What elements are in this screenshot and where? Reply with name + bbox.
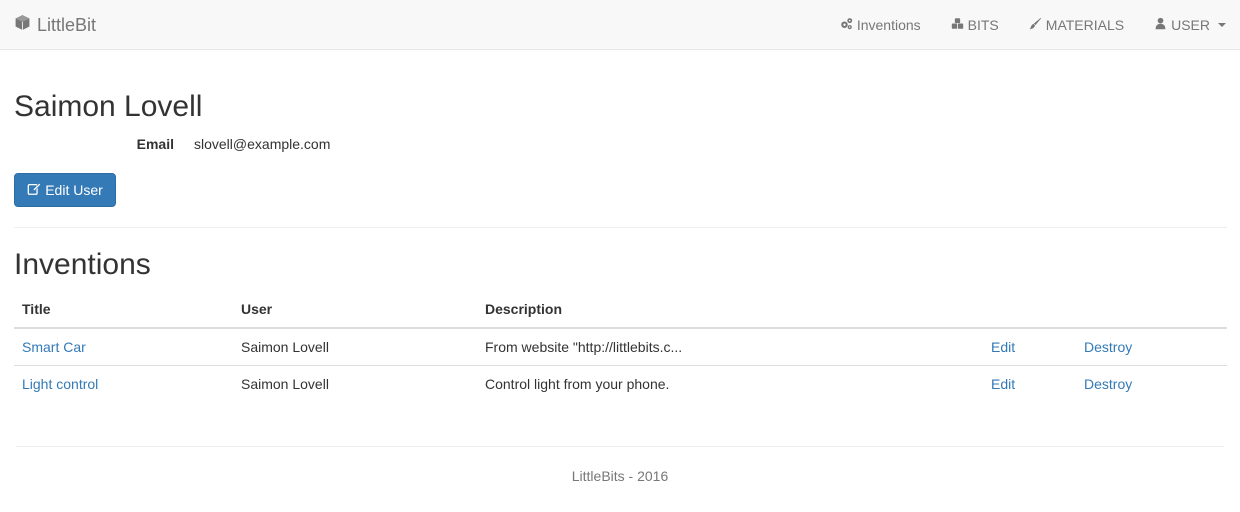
cubes-icon xyxy=(951,17,964,33)
page-title: Saimon Lovell xyxy=(14,90,203,123)
table-header-row: Title User Description xyxy=(14,290,1227,329)
invention-description: Control light from your phone. xyxy=(477,364,983,402)
email-label: Email xyxy=(136,136,174,152)
gears-icon xyxy=(840,17,853,33)
column-header-user: User xyxy=(233,290,477,329)
nav-materials-label: MATERIALS xyxy=(1045,17,1125,33)
nav-user-label: USER xyxy=(1171,17,1210,33)
inventions-heading: Inventions xyxy=(14,248,151,281)
paint-brush-icon xyxy=(1029,17,1042,33)
footer-text: LittleBits - 2016 xyxy=(571,468,669,484)
user-icon xyxy=(1154,17,1167,33)
edit-link[interactable]: Edit xyxy=(991,376,1015,392)
navbar: LittleBit Inventions BITS MATERIALS USER xyxy=(0,0,1240,50)
table-row: Light control Saimon Lovell Control ligh… xyxy=(14,364,1227,402)
email-row: Email slovell@example.com xyxy=(14,134,331,154)
nav-user-dropdown[interactable]: USER xyxy=(1139,0,1240,50)
nav-inventions[interactable]: Inventions xyxy=(825,0,936,50)
edit-user-button[interactable]: Edit User xyxy=(14,173,116,207)
footer-divider xyxy=(16,446,1224,447)
column-header-title: Title xyxy=(14,290,233,329)
nav-bits[interactable]: BITS xyxy=(936,0,1014,50)
invention-user: Saimon Lovell xyxy=(241,338,329,355)
column-header-destroy xyxy=(1076,290,1227,329)
invention-title-link[interactable]: Light control xyxy=(22,376,98,392)
destroy-link[interactable]: Destroy xyxy=(1084,339,1132,355)
brand-link[interactable]: LittleBit xyxy=(14,0,96,50)
invention-user: Saimon Lovell xyxy=(233,364,477,402)
edit-user-label: Edit User xyxy=(45,182,103,198)
nav-menu: Inventions BITS MATERIALS USER xyxy=(825,0,1240,50)
table-row: Smart Car Saimon Lovell From website "ht… xyxy=(14,328,1227,365)
invention-title-link[interactable]: Smart Car xyxy=(22,339,86,355)
invention-description: From website "http://littlebits.c... xyxy=(485,338,683,355)
column-header-edit xyxy=(983,290,1076,329)
brand-name: LittleBit xyxy=(37,14,97,35)
inventions-table: Title User Description Smart Car Saimon … xyxy=(14,290,1227,402)
nav-bits-label: BITS xyxy=(967,17,999,33)
caret-down-icon xyxy=(1218,23,1226,27)
divider xyxy=(14,227,1227,228)
email-value: slovell@example.com xyxy=(194,136,331,152)
nav-materials[interactable]: MATERIALS xyxy=(1014,0,1139,50)
destroy-link[interactable]: Destroy xyxy=(1084,376,1132,392)
edit-icon xyxy=(27,182,42,199)
edit-link[interactable]: Edit xyxy=(991,339,1015,355)
cube-icon xyxy=(14,14,31,36)
nav-inventions-label: Inventions xyxy=(856,17,921,33)
column-header-description: Description xyxy=(477,290,983,329)
